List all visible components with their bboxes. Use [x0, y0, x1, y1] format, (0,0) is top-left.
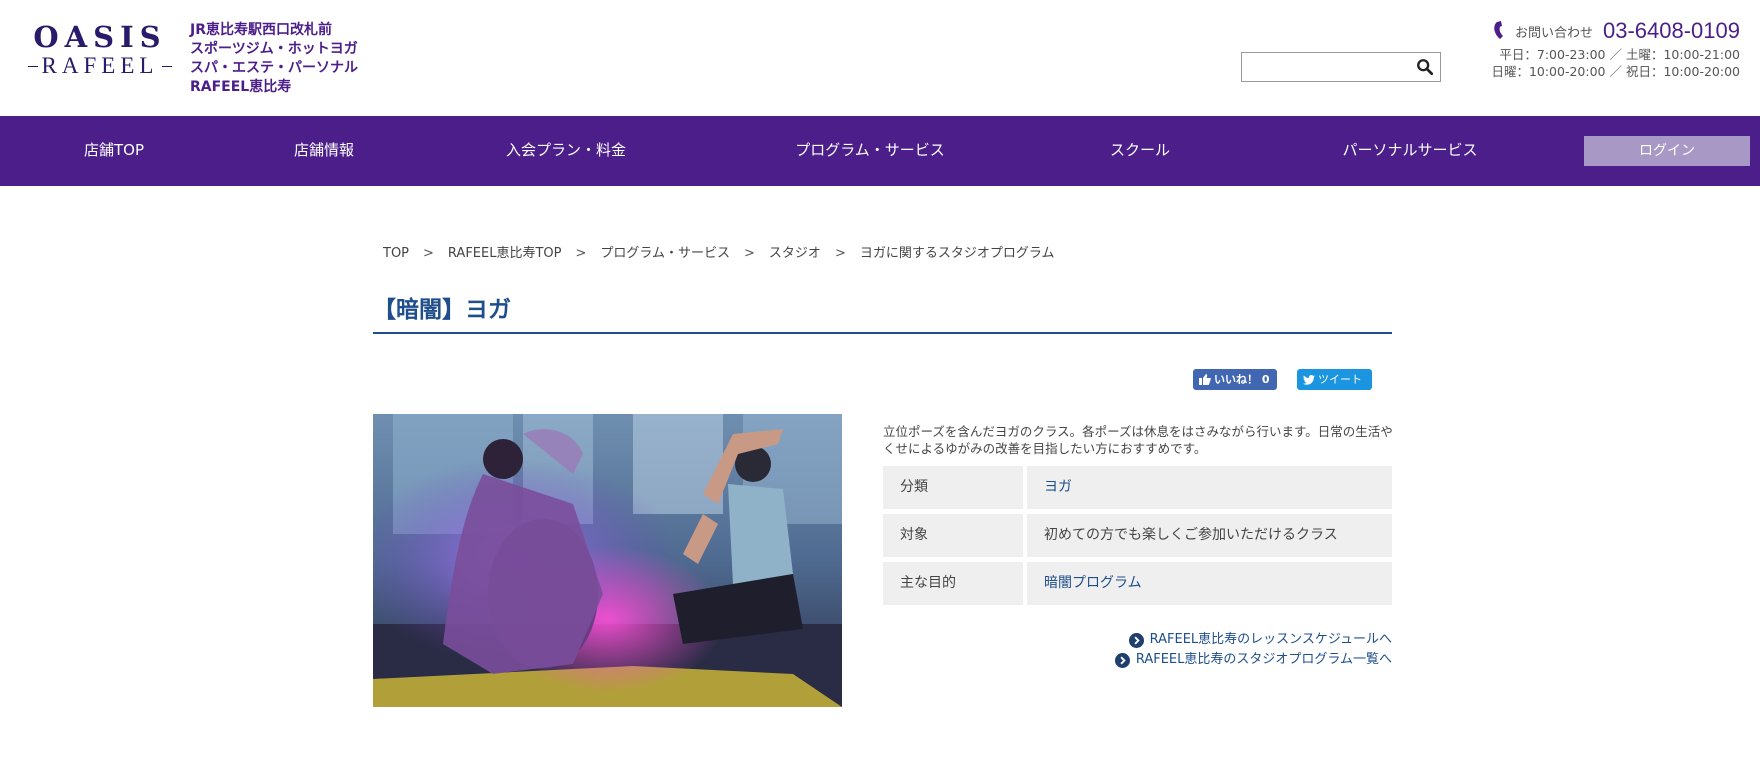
nav-item-store-top[interactable]: 店舗TOP [56, 116, 172, 186]
program-photo [373, 414, 842, 707]
breadcrumb-separator: > [744, 246, 755, 261]
table-row: 分類 ヨガ [883, 466, 1392, 509]
tagline-line: スパ・エステ・パーソナル [190, 60, 358, 76]
nav-item-programs[interactable]: プログラム・サービス [770, 116, 970, 186]
row-value-target: 初めての方でも楽しくご参加いただけるクラス [1027, 514, 1392, 557]
twitter-bird-icon [1303, 375, 1315, 385]
circle-arrow-icon [1128, 632, 1144, 648]
breadcrumb-separator: > [834, 246, 846, 261]
search-icon[interactable] [1416, 58, 1434, 76]
nav-item-plans[interactable]: 入会プラン・料金 [486, 116, 646, 186]
login-button[interactable]: ログイン [1584, 136, 1750, 166]
circle-arrow-icon [1114, 652, 1130, 668]
table-row: 対象 初めての方でも楽しくご参加いただけるクラス [883, 514, 1392, 557]
tagline-line: JR恵比寿駅西口改札前 [190, 22, 332, 38]
logo-rafeel-text: RAFEEL [28, 54, 172, 78]
breadcrumb-item-top[interactable]: TOP [383, 246, 409, 261]
row-label-purpose: 主な目的 [883, 562, 1023, 605]
tagline-line: RAFEEL恵比寿 [190, 79, 292, 95]
nav-item-personal[interactable]: パーソナルサービス [1320, 116, 1500, 186]
breadcrumb: TOP > RAFEEL恵比寿TOP > プログラム・サービス > スタジオ > ヨガに関するス… [383, 242, 1054, 261]
tweet-button[interactable]: ツイート [1297, 369, 1372, 390]
program-description: 立位ポーズを含んだヨガのクラス。各ポーズは休息をはさみながら行います。日常の生活… [883, 424, 1393, 456]
breadcrumb-separator: > [575, 246, 587, 261]
page-title: 【暗闇】ヨガ [373, 297, 511, 323]
nav-item-school[interactable]: スクール [1090, 116, 1190, 186]
tweet-label: ツイート [1318, 373, 1362, 386]
table-row: 主な目的 暗闇プログラム [883, 562, 1392, 605]
contact-label: お問い合わせ [1514, 25, 1593, 41]
thumbs-up-icon [1199, 374, 1211, 385]
row-value-purpose-link[interactable]: 暗闇プログラム [1027, 562, 1392, 605]
breadcrumb-separator: > [423, 246, 434, 261]
global-nav: 店舗TOP 店舗情報 入会プラン・料金 プログラム・サービス スクール パーソナ… [0, 116, 1760, 186]
store-tagline: JR恵比寿駅西口改札前 スポーツジム・ホットヨガ スパ・エステ・パーソナル RA… [190, 21, 358, 97]
studio-program-list-link[interactable]: RAFEEL恵比寿のスタジオプログラム一覧へ [1114, 650, 1392, 670]
search-box [1241, 52, 1441, 82]
breadcrumb-item-studio[interactable]: スタジオ [769, 246, 821, 261]
breadcrumb-item-store-top[interactable]: RAFEEL恵比寿TOP [448, 246, 562, 261]
tagline-line: スポーツジム・ホットヨガ [190, 41, 358, 57]
lesson-schedule-link[interactable]: RAFEEL恵比寿のレッスンスケジュールへ [1115, 630, 1392, 650]
search-input[interactable] [1242, 53, 1410, 81]
site-header: OASIS RAFEEL JR恵比寿駅西口改札前 スポーツジム・ホットヨガ スパ… [0, 0, 1760, 116]
row-label-target: 対象 [883, 514, 1023, 557]
logo-oasis-text: OASIS [33, 20, 167, 54]
nav-item-store-info[interactable]: 店舗情報 [266, 116, 382, 186]
opening-hours: 平日：7:00-23:00 ／ 土曜：10:00-21:00 日曜：10:00-… [1491, 46, 1740, 80]
site-logo[interactable]: OASIS RAFEEL [28, 20, 172, 82]
yoga-class-image [373, 414, 842, 707]
studio-program-list-link-label: RAFEEL恵比寿のスタジオプログラム一覧へ [1135, 652, 1392, 667]
contact-block: お問い合わせ 03-6408-0109 平日：7:00-23:00 ／ 土曜：1… [1491, 18, 1740, 80]
lesson-schedule-link-label: RAFEEL恵比寿のレッスンスケジュールへ [1149, 632, 1392, 647]
title-divider [373, 332, 1392, 334]
hours-line: 平日：7:00-23:00 ／ 土曜：10:00-21:00 [1499, 47, 1740, 62]
like-label: いいね！ 0 [1214, 373, 1270, 386]
hours-line: 日曜：10:00-20:00 ／ 祝日：10:00-20:00 [1491, 64, 1740, 79]
related-links: RAFEEL恵比寿のレッスンスケジュールへ RAFEEL恵比寿のスタジオプログラ… [1114, 630, 1392, 670]
program-info-table: 分類 ヨガ 対象 初めての方でも楽しくご参加いただけるクラス 主な目的 暗闇プロ… [883, 466, 1392, 610]
row-value-category-link[interactable]: ヨガ [1027, 466, 1392, 509]
row-label-category: 分類 [883, 466, 1023, 509]
breadcrumb-item-programs[interactable]: プログラム・サービス [600, 246, 730, 261]
breadcrumb-item-current: ヨガに関するスタジオプログラム [859, 246, 1055, 261]
contact-phone-number[interactable]: 03-6408-0109 [1603, 18, 1740, 44]
facebook-like-button[interactable]: いいね！ 0 [1193, 369, 1277, 390]
phone-icon [1494, 21, 1503, 39]
